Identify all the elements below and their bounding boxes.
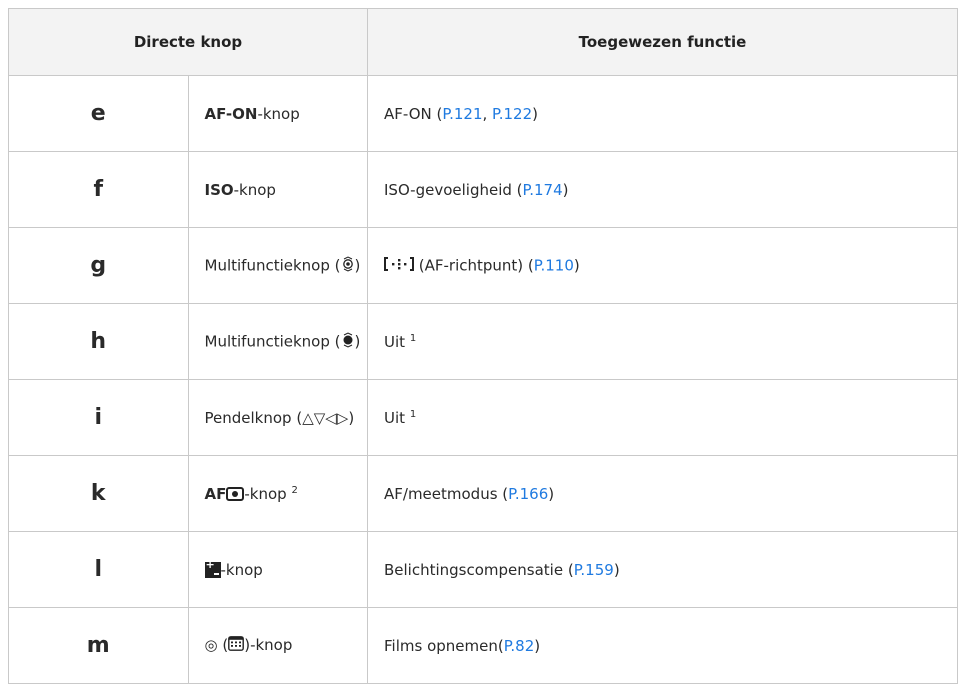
row-letter: l — [8, 531, 189, 608]
footnote-marker: 1 — [409, 408, 417, 420]
close-paren: ) — [613, 560, 620, 579]
button-name: AF — [204, 484, 227, 503]
row-function: Uit 1 — [367, 303, 958, 380]
function-text: (AF-richtpunt) ( — [414, 256, 534, 274]
close-paren: ) — [562, 180, 569, 199]
row-function: Uit 1 — [367, 379, 958, 456]
row-button: -knop — [187, 531, 368, 608]
row-function: Belichtingscompensatie (P.159) — [367, 531, 958, 608]
function-text: Uit — [384, 408, 406, 427]
page-link[interactable]: P.174 — [523, 181, 563, 199]
row-letter: g — [8, 227, 189, 304]
button-suffix: -knop — [233, 180, 276, 199]
button-text: Pendelknop ( — [204, 408, 303, 427]
row-button: Multifunctieknop () — [187, 303, 368, 380]
table-row: i Pendelknop (△▽◁▷) Uit 1 — [8, 379, 958, 456]
row-letter: f — [8, 151, 189, 228]
button-text: Multifunctieknop ( — [204, 332, 341, 350]
metering-icon — [226, 486, 245, 501]
page-link[interactable]: P.122 — [492, 105, 532, 123]
multi-selector-press-icon — [341, 331, 355, 352]
close-paren: ) — [354, 256, 361, 274]
close-paren: ) — [534, 636, 541, 655]
row-button: ISO-knop — [187, 151, 368, 228]
page-link[interactable]: P.121 — [442, 105, 482, 123]
close-paren: ) — [348, 408, 355, 427]
row-button: AF -knop 2 — [187, 455, 368, 532]
page-link[interactable]: P.166 — [508, 485, 548, 503]
af-target-icon — [384, 256, 414, 276]
row-letter: e — [8, 75, 189, 152]
row-function: AF/meetmodus (P.166) — [367, 455, 958, 532]
button-text: Multifunctieknop ( — [204, 256, 341, 274]
button-name: ISO — [204, 180, 234, 199]
assignment-table-container: Directe knop Toegewezen functie e AF-ON-… — [8, 8, 958, 684]
function-text: ISO-gevoeligheid ( — [384, 180, 523, 199]
button-suffix: -knop — [244, 484, 287, 503]
table-row: l -knop Belichtingscompensatie (P.159) — [8, 531, 958, 608]
button-text: ( — [217, 636, 229, 654]
page-link[interactable]: P.110 — [534, 256, 574, 274]
function-text: AF-ON ( — [384, 104, 443, 123]
row-function: ISO-gevoeligheid (P.174) — [367, 151, 958, 228]
close-paren: ) — [548, 484, 555, 503]
row-button: Multifunctieknop () — [187, 227, 368, 304]
row-button: Pendelknop (△▽◁▷) — [187, 379, 368, 456]
button-suffix: -knop — [257, 104, 300, 123]
button-suffix: )-knop — [244, 636, 293, 654]
row-button: AF-ON-knop — [187, 75, 368, 152]
row-function: (AF-richtpunt) (P.110) — [367, 227, 958, 304]
button-function-table: Directe knop Toegewezen functie e AF-ON-… — [8, 8, 958, 684]
page-link[interactable]: P.82 — [504, 637, 535, 655]
footnote-marker: 1 — [409, 332, 417, 344]
close-paren: ) — [354, 332, 361, 350]
button-name: AF-ON — [204, 104, 258, 123]
exposure-compensation-icon — [204, 558, 221, 578]
header-directe-knop: Directe knop — [8, 8, 368, 76]
function-text: Belichtingscompensatie ( — [384, 560, 574, 579]
table-row: g Multifunctieknop () (AF-richtpunt) (P.… — [8, 227, 958, 304]
link-separator: , — [482, 104, 493, 123]
header-toegewezen-functie: Toegewezen functie — [367, 8, 958, 76]
row-function: AF-ON (P.121, P.122) — [367, 75, 958, 152]
row-letter: k — [8, 455, 189, 532]
table-row: f ISO-knop ISO-gevoeligheid (P.174) — [8, 151, 958, 228]
page-link[interactable]: P.159 — [574, 561, 614, 579]
multi-selector-icon — [341, 255, 355, 276]
record-icon: ◎ — [204, 636, 218, 654]
table-header-row: Directe knop Toegewezen functie — [8, 8, 958, 76]
close-paren: ) — [532, 104, 538, 123]
row-letter: h — [8, 303, 189, 380]
arrow-pad-icons: △▽◁▷ — [302, 408, 349, 427]
table-row: e AF-ON-knop AF-ON (P.121, P.122) — [8, 75, 958, 152]
row-letter: i — [8, 379, 189, 456]
row-letter: m — [8, 607, 189, 684]
table-row: m ◎ ( )-knop Films opnemen(P.82) — [8, 607, 958, 684]
function-text: AF/meetmodus ( — [384, 484, 509, 503]
close-paren: ) — [573, 256, 580, 274]
row-button: ◎ ( )-knop — [187, 607, 368, 684]
movie-icon — [228, 636, 245, 655]
button-suffix: -knop — [220, 560, 263, 579]
function-text: Films opnemen( — [384, 636, 504, 655]
footnote-marker: 2 — [291, 484, 298, 496]
row-function: Films opnemen(P.82) — [367, 607, 958, 684]
function-text: Uit — [384, 332, 406, 351]
table-row: k AF -knop 2 AF/meetmodus (P.166) — [8, 455, 958, 532]
table-row: h Multifunctieknop () Uit 1 — [8, 303, 958, 380]
